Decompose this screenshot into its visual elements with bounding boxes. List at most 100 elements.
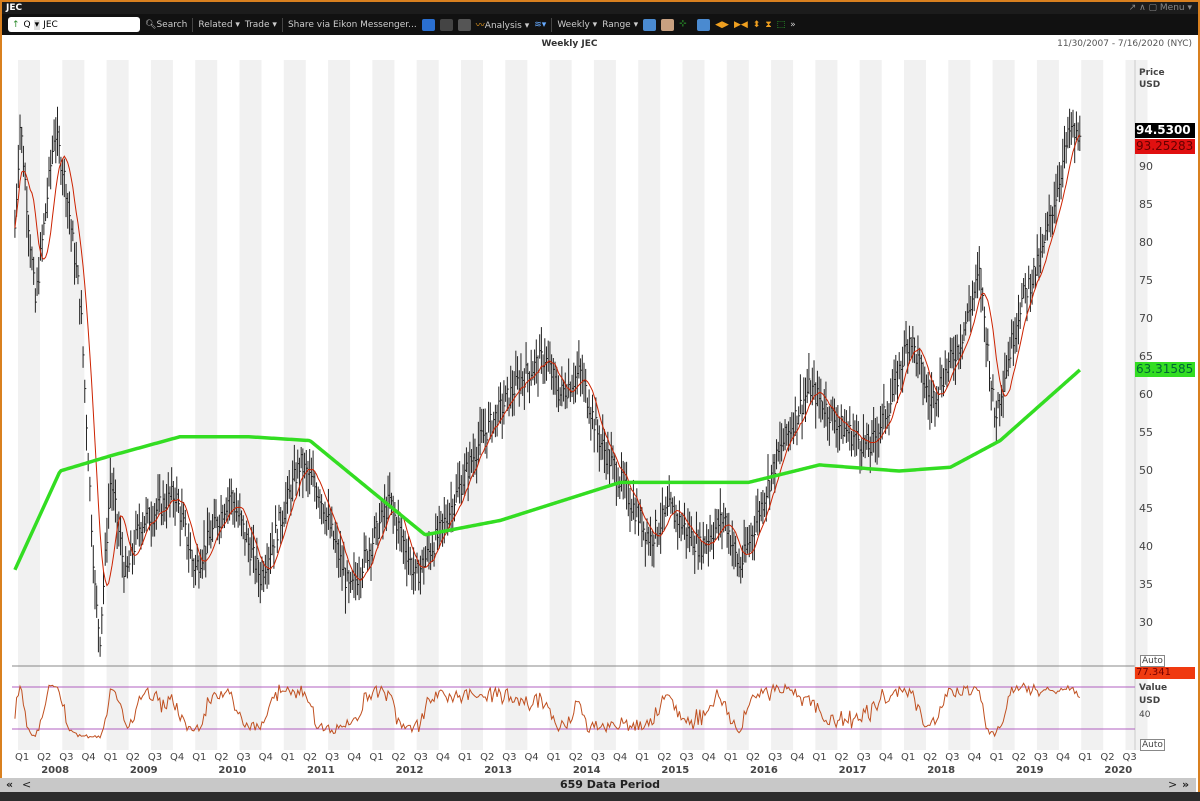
quarter-label: Q1 [546,752,561,763]
quarter-label: Q1 [989,752,1004,763]
year-label: 2018 [927,765,956,776]
quarter-stripe [1081,60,1104,750]
quarter-stripe [106,60,129,750]
quarter-label: Q3 [1033,752,1049,763]
quarter-label: Q4 [878,752,894,763]
scroll-last-button[interactable]: » [1182,778,1189,791]
quarter-label: Q2 [745,752,761,763]
osc-axis-unit: USD [1139,696,1161,706]
price-tick: 60 [1139,388,1153,401]
osc-axis-label: Value [1139,683,1168,693]
quarter-label: Q2 [37,752,52,763]
osc-auto-scale-button[interactable]: Auto [1140,739,1165,751]
quarter-stripe [771,60,794,750]
quarter-label: Q4 [524,752,539,763]
quarter-label: Q4 [790,752,805,763]
quarter-label: Q1 [103,752,118,763]
scrollbar[interactable]: « < 659 Data Period > » [0,778,1196,792]
year-label: 2019 [1015,765,1044,776]
quarter-label: Q2 [125,752,140,763]
quarter-label: Q1 [812,752,827,763]
year-label: 2012 [395,765,424,776]
quarter-label: Q2 [568,752,583,763]
quarter-label: Q1 [15,752,30,763]
price-axis-label: Price [1139,68,1165,78]
quarter-label: Q4 [613,752,628,763]
quarter-label: Q4 [701,752,716,763]
quarter-stripe [416,60,439,750]
quarter-label: Q1 [901,752,916,763]
price-tick: 40 [1139,540,1153,553]
quarter-stripe [638,60,661,750]
quarter-label: Q2 [480,752,495,763]
quarter-stripe [150,60,173,750]
quarter-stripe [726,60,749,750]
quarter-label: Q4 [1056,752,1071,763]
year-label: 2020 [1104,765,1133,776]
quarter-label: Q1 [280,752,296,763]
quarter-label: Q3 [1122,752,1137,763]
quarter-stripe [283,60,306,750]
scroll-first-button[interactable]: « [6,778,13,791]
quarter-stripe [62,60,85,750]
quarter-label: Q3 [502,752,517,763]
quarter-stripe [18,60,40,750]
price-tick: 45 [1139,502,1153,515]
year-label: 2015 [661,765,690,776]
quarter-label: Q2 [1100,752,1115,763]
quarter-label: Q3 [590,752,606,763]
quarter-label: Q2 [302,752,318,763]
quarter-stripe [328,60,351,750]
quarter-stripe [372,60,395,750]
quarter-label: Q2 [1011,752,1026,763]
quarter-label: Q3 [236,752,251,763]
quarter-label: Q2 [214,752,229,763]
status-bar [0,792,1200,801]
year-label: 2013 [484,765,513,776]
price-tick: 70 [1139,312,1153,325]
quarter-label: Q1 [723,752,739,763]
quarter-label: Q4 [435,752,451,763]
price-tick: 50 [1139,464,1153,477]
quarter-label: Q4 [258,752,273,763]
quarter-label: Q4 [967,752,982,763]
price-tick: 55 [1139,426,1153,439]
quarter-label: Q1 [458,752,473,763]
price-tick: 30 [1139,616,1153,629]
quarter-label: Q1 [369,752,384,763]
quarter-label: Q1 [192,752,207,763]
last-price-tag: 94.5300 [1135,123,1195,138]
quarter-label: Q3 [325,752,340,763]
price-tick: 80 [1139,236,1153,249]
price-chart[interactable] [0,0,1200,801]
price-auto-scale-button[interactable]: Auto [1140,655,1165,667]
quarter-label: Q3 [147,752,163,763]
quarter-stripe [195,60,218,750]
price-tick: 35 [1139,578,1153,591]
quarter-label: Q3 [856,752,871,763]
quarter-label: Q1 [635,752,650,763]
quarter-stripe [682,60,705,750]
quarter-label: Q2 [834,752,849,763]
price-axis-unit: USD [1139,80,1161,90]
quarter-stripe [239,60,262,750]
osc-tick-40: 40 [1139,710,1151,720]
quarter-stripe [859,60,882,750]
quarter-label: Q3 [679,752,694,763]
year-label: 2009 [129,765,158,776]
quarter-label: Q4 [170,752,185,763]
quarter-label: Q1 [1078,752,1093,763]
quarter-label: Q3 [945,752,960,763]
quarter-label: Q2 [391,752,406,763]
quarter-label: Q3 [768,752,783,763]
quarter-label: Q3 [59,752,74,763]
quarter-label: Q3 [413,752,428,763]
data-period-label: 659 Data Period [560,778,661,791]
year-label: 2017 [838,765,867,776]
scroll-prev-button[interactable]: < [22,778,31,791]
oscillator-tag: 77.341 [1135,667,1195,679]
quarter-label: Q4 [347,752,362,763]
scroll-next-button[interactable]: > [1168,778,1177,791]
quarter-label: Q4 [81,752,96,763]
quarter-label: Q2 [657,752,672,763]
